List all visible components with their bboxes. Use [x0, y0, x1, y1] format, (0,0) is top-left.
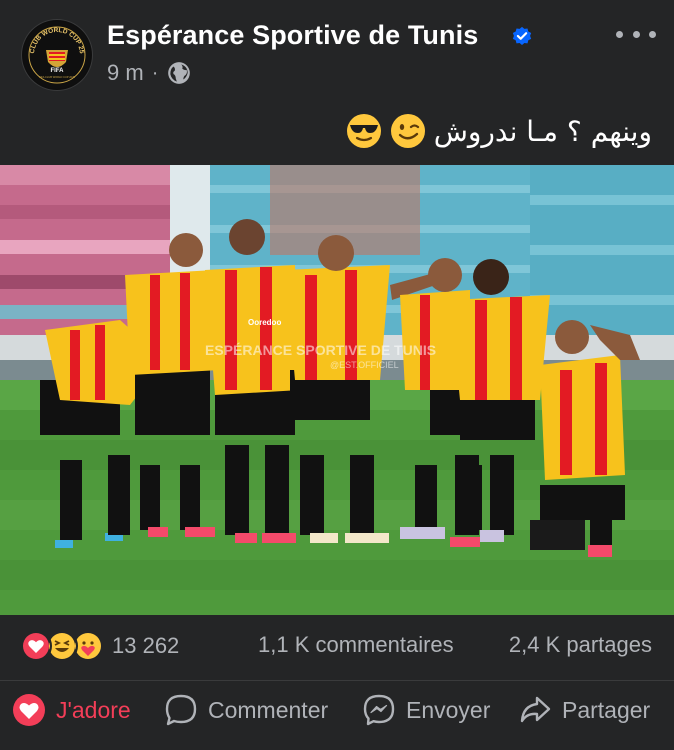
sunglasses-face-emoji-icon: [346, 114, 381, 148]
reactions-summary[interactable]: 13 262: [20, 630, 179, 662]
post-caption: وينهم ؟ مـا ندروش: [346, 110, 652, 152]
jersey-sponsor: Ooredoo: [248, 318, 281, 327]
reactions-count[interactable]: 13 262: [112, 633, 179, 659]
post-actions-bar: J'adore Commenter Envoyer Partager: [0, 680, 674, 741]
photo-watermark-sub: @EST.OFFICIEL: [330, 360, 399, 370]
post-header: CLUB WORLD CUP 25 FIFA FIFA CLUB WORLD C…: [0, 0, 674, 100]
verified-badge-icon: [512, 26, 532, 45]
comment-label: Commenter: [208, 696, 329, 723]
photo-watermark: ESPÉRANCE SPORTIVE DE TUNIS: [205, 342, 436, 358]
comments-count[interactable]: 1,1 K commentaires: [258, 632, 454, 658]
send-button[interactable]: Envoyer: [362, 693, 490, 727]
comment-bubble-icon: [165, 694, 197, 726]
send-label: Envoyer: [406, 696, 491, 723]
avatar-fifa-text: FIFA: [51, 68, 65, 74]
love-reaction-icon: [20, 630, 52, 662]
share-label: Partager: [562, 696, 651, 723]
post-meta: 9 m ·: [107, 60, 192, 86]
comment-button[interactable]: Commenter: [164, 693, 328, 727]
share-button[interactable]: Partager: [518, 693, 650, 727]
more-options-icon[interactable]: [616, 22, 656, 46]
post-time[interactable]: 9 m: [107, 60, 144, 86]
winking-face-emoji-icon: [390, 114, 425, 148]
love-label: J'adore: [56, 696, 131, 723]
heart-icon: [13, 694, 45, 726]
page-avatar[interactable]: CLUB WORLD CUP 25 FIFA FIFA CLUB WORLD C…: [22, 20, 92, 90]
post-photo[interactable]: ESPÉRANCE SPORTIVE DE TUNIS @EST.OFFICIE…: [0, 165, 674, 615]
globe-icon: [168, 62, 191, 84]
love-button[interactable]: J'adore: [12, 693, 131, 727]
more-dot: [632, 30, 640, 38]
post-stats: 13 262 1,1 K commentaires 2,4 K partages: [0, 618, 674, 672]
more-dot: [649, 30, 656, 38]
meta-separator: ·: [151, 61, 159, 84]
caption-text: وينهم ؟ مـا ندروش: [433, 114, 652, 148]
share-arrow-icon: [520, 696, 551, 723]
avatar-small-text: FIFA CLUB WORLD CUP 2025: [39, 75, 76, 79]
shares-count[interactable]: 2,4 K partages: [509, 632, 652, 658]
more-dot: [616, 30, 623, 38]
messenger-icon: [363, 694, 395, 726]
page-name[interactable]: Espérance Sportive de Tunis: [107, 20, 478, 51]
